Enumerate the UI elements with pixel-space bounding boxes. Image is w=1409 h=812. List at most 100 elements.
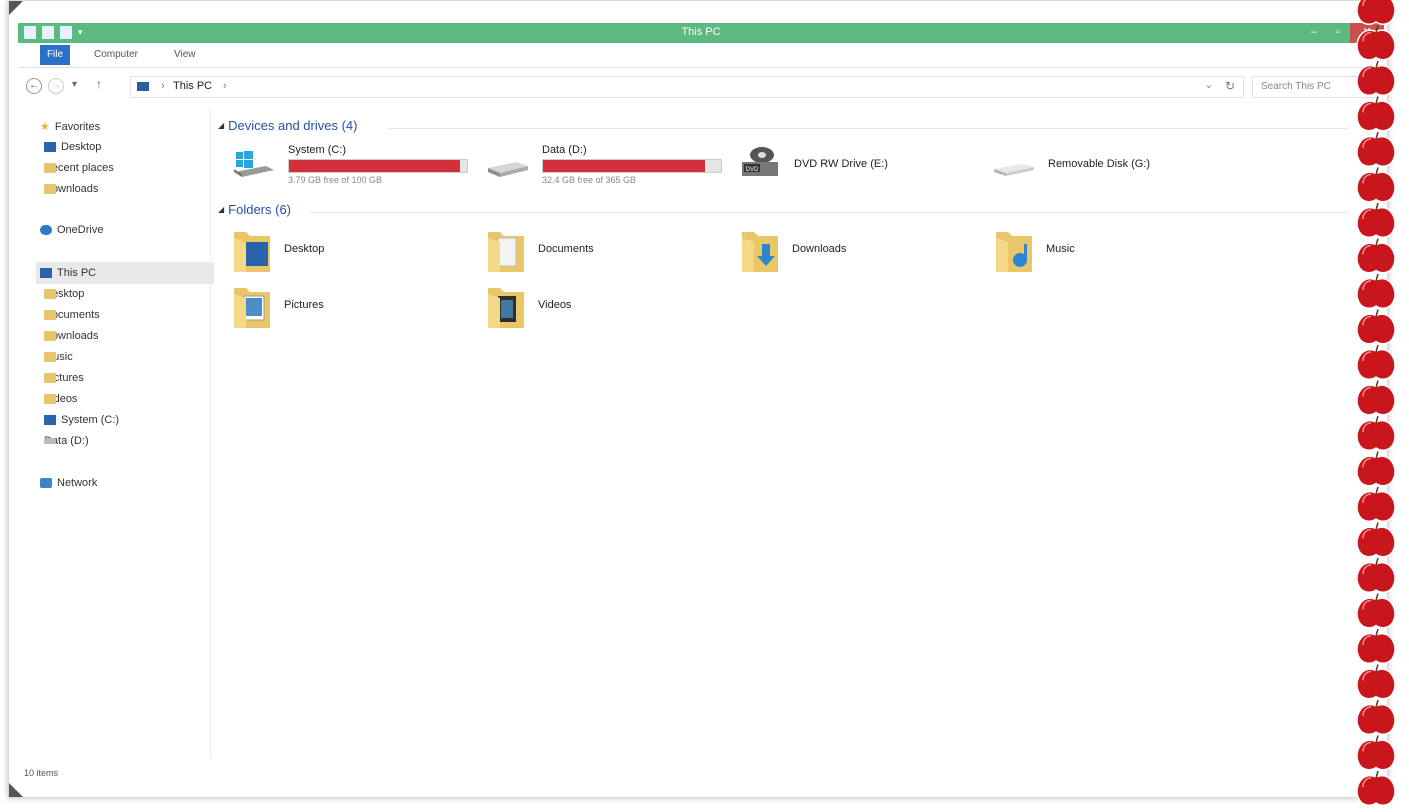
sidebar-item-system-c[interactable]: System (C:) [44,414,119,426]
recent-locations-icon[interactable]: ▾ [72,79,77,90]
status-bar-item-count: 10 items [24,768,59,778]
sidebar-item-onedrive[interactable]: OneDrive [40,224,103,236]
documents-folder-icon [488,232,524,272]
folder-videos[interactable]: Videos [486,284,686,330]
apple-icon [1356,344,1396,380]
sidebar-item-network[interactable]: Network [40,477,97,489]
computer-icon [137,82,149,91]
sidebar-item-label: This PC [57,267,97,279]
apple-icon [1356,593,1396,629]
collapse-icon[interactable]: ◢ [218,121,224,130]
pictures-folder-icon [234,288,270,328]
forward-button[interactable]: → [48,78,64,94]
drive-item[interactable]: DVD DVD RW Drive (E:) [738,144,978,188]
window-title: This PC [681,26,721,38]
frame-corner [9,783,23,797]
refresh-icon[interactable]: ↻ [1225,79,1235,93]
music-folder-icon [44,352,56,362]
content-pane: ◢ Devices and drives (4) System (C:) 3.7… [218,108,1358,758]
apple-icon [1356,238,1396,274]
onedrive-icon [40,225,52,235]
videos-folder-icon [488,288,524,328]
drive-name: DVD RW Drive (E:) [794,158,888,170]
downloads-folder-icon [44,184,56,194]
folder-desktop[interactable]: Desktop [232,228,432,274]
sidebar-item-pc-documents[interactable]: Documents [44,309,100,321]
apple-border [1356,0,1396,806]
apple-icon [1356,202,1396,238]
apple-icon [1356,735,1396,771]
drive-item[interactable]: Data (D:) 32.4 GB free of 365 GB [486,144,726,188]
drive-usage-fill [289,160,461,172]
sidebar-item-this-pc[interactable]: This PC [36,262,214,284]
folder-documents[interactable]: Documents [486,228,686,274]
tab-view[interactable]: View [174,49,196,60]
sidebar-item-pc-pictures[interactable]: Pictures [44,372,84,384]
sidebar-item-pc-downloads[interactable]: Downloads [44,330,98,342]
folder-music[interactable]: Music [994,228,1194,274]
folders-group-header[interactable]: ◢ Folders (6) [218,202,291,217]
windows-drive-icon [234,151,274,177]
up-button[interactable]: ↑ [96,77,102,91]
sidebar-item-pc-music[interactable]: Music [44,351,73,363]
sidebar-item-label: Network [57,477,98,489]
downloads-folder-icon [44,331,56,341]
sidebar-item-desktop[interactable]: Desktop [44,141,101,153]
apple-icon [1356,131,1396,167]
title-bar: ▾ This PC – ▫ ✕ [18,23,1384,43]
apple-icon [1356,380,1396,416]
address-field[interactable]: › This PC › ⌄ ↻ [130,76,1244,98]
apple-icon [1356,273,1396,309]
divider [310,212,1348,213]
sidebar-item-pc-videos[interactable]: Videos [44,393,77,405]
collapse-icon[interactable]: ◢ [218,205,224,214]
drive-item[interactable]: System (C:) 3.79 GB free of 100 GB [232,144,472,188]
drive-usage-fill [543,160,706,172]
address-history-icon[interactable]: ⌄ [1205,80,1213,91]
sidebar-item-label: OneDrive [57,224,104,236]
folder-pictures[interactable]: Pictures [232,284,432,330]
folder-downloads[interactable]: Downloads [740,228,940,274]
devices-group-header[interactable]: ◢ Devices and drives (4) [218,118,357,133]
back-button[interactable]: ← [26,78,42,94]
apple-icon [1356,25,1396,61]
svg-text:DVD: DVD [746,167,759,173]
documents-folder-icon [44,310,56,320]
computer-icon [40,268,52,278]
breadcrumb-separator-icon[interactable]: › [223,80,227,92]
drive-free-space: 32.4 GB free of 365 GB [542,175,637,185]
apple-icon [1356,309,1396,345]
drive-usage-bar [288,159,468,173]
desktop-folder-icon [234,232,270,272]
apple-icon [1356,770,1396,806]
divider [388,128,1348,129]
sidebar-item-data-d[interactable]: Data (D:) [44,435,89,447]
folder-label: Documents [538,243,594,255]
group-header-label: Devices and drives (4) [228,118,358,133]
breadcrumb-this-pc[interactable]: This PC [173,80,212,92]
windows-drive-icon [44,415,56,425]
sidebar-item-label: System (C:) [61,414,120,426]
apple-icon [1356,451,1396,487]
desktop-folder-icon [44,289,56,299]
tab-file[interactable]: File [40,45,70,65]
recent-places-icon [44,163,56,173]
sidebar-item-label: Desktop [61,141,102,153]
tab-computer[interactable]: Computer [94,49,138,60]
apple-icon [1356,522,1396,558]
sidebar-item-favorites[interactable]: ★ Favorites [40,120,101,134]
sidebar-item-label: Favorites [54,120,101,133]
apple-icon [1356,664,1396,700]
folder-label: Videos [538,299,572,311]
frame-corner [9,1,23,15]
breadcrumb-separator-icon[interactable]: › [161,80,165,92]
pictures-folder-icon [44,373,56,383]
minimize-button[interactable]: – [1302,23,1326,43]
sidebar-item-recent-places[interactable]: Recent places [44,162,114,174]
drive-item[interactable]: Removable Disk (G:) [992,144,1232,188]
hard-disk-icon [44,438,56,444]
sidebar-item-downloads[interactable]: Downloads [44,183,98,195]
folder-label: Music [1046,243,1075,255]
sidebar-item-pc-desktop[interactable]: Desktop [44,288,84,300]
apple-icon [1356,486,1396,522]
